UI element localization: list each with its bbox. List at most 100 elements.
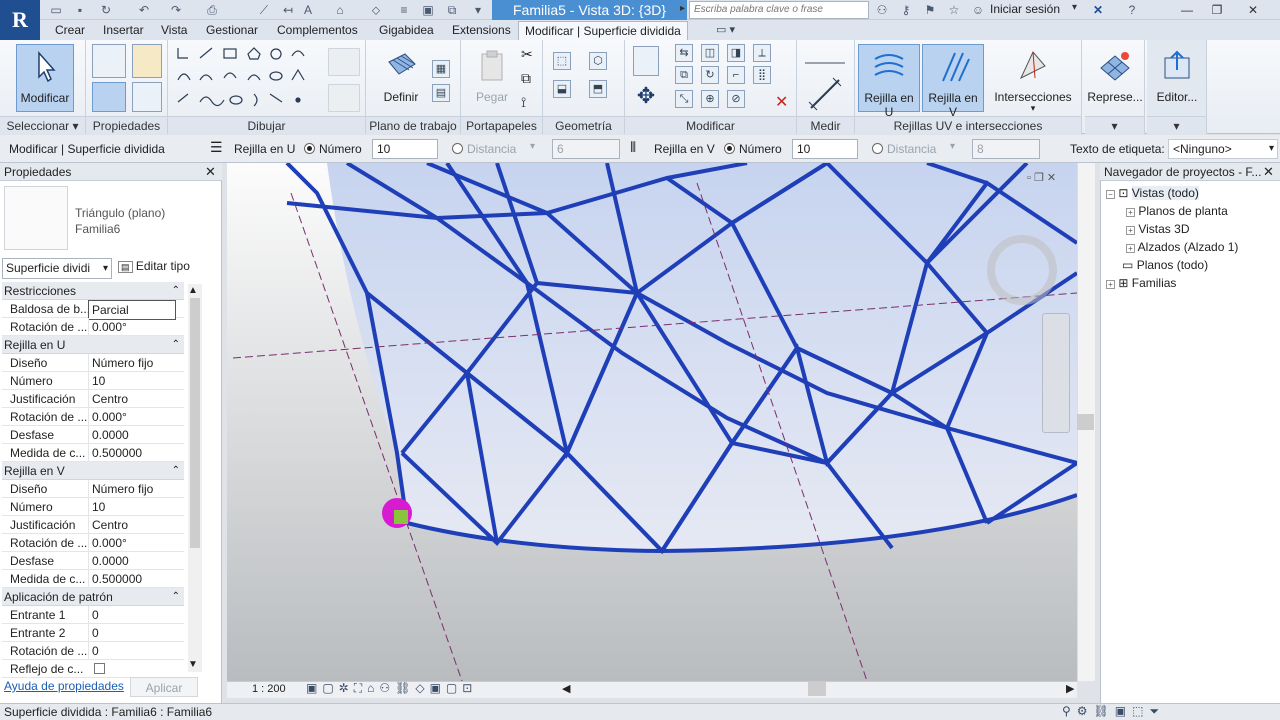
restore-window-icon[interactable]: ❐ bbox=[1204, 0, 1230, 20]
open-icon[interactable]: ▭ bbox=[48, 2, 64, 18]
match-type-icon[interactable]: ⟟ bbox=[521, 94, 526, 111]
edit-type-button[interactable]: ▤ Editar tipo bbox=[118, 259, 190, 273]
tree-node-families[interactable]: + ⊞ Familias bbox=[1106, 276, 1176, 290]
ribbon-minimize-icon[interactable]: ▭ ▾ bbox=[716, 23, 735, 36]
measure-distance-icon[interactable] bbox=[805, 50, 845, 64]
3d-viewport[interactable]: ▫ ❐ ✕ bbox=[227, 163, 1077, 681]
tab-gigabidea[interactable]: Gigabidea bbox=[373, 21, 440, 40]
paste-button[interactable]: Pegar bbox=[467, 44, 517, 112]
tree-node-3d-views[interactable]: + Vistas 3D bbox=[1126, 222, 1189, 236]
property-value[interactable]: 0.500000 bbox=[88, 570, 176, 588]
dimension-icon[interactable] bbox=[807, 76, 843, 112]
cut-geometry-icon[interactable]: ⬡ bbox=[589, 52, 607, 70]
property-value[interactable]: Centro bbox=[88, 390, 176, 408]
redo-icon[interactable]: ↷ bbox=[168, 2, 184, 18]
represent-button[interactable]: Represe... bbox=[1087, 44, 1143, 112]
property-value[interactable]: Número fijo bbox=[88, 480, 176, 498]
collapse-section-icon[interactable]: ⌃ bbox=[172, 462, 180, 480]
u-number-radio[interactable]: Número bbox=[304, 142, 362, 156]
split-icon[interactable]: ⟂ bbox=[753, 44, 771, 62]
switch-windows-icon[interactable]: ⧉ bbox=[444, 2, 460, 18]
expand-icon[interactable]: + bbox=[1106, 280, 1115, 289]
property-value[interactable]: 0.0000 bbox=[88, 552, 176, 570]
sign-in-dropdown-icon[interactable]: ▾ bbox=[1072, 2, 1077, 13]
panel-label-select[interactable]: Seleccionar ▾ bbox=[0, 116, 85, 134]
section-icon[interactable]: ⬦ bbox=[368, 2, 384, 18]
search-expand-icon[interactable]: ▸ bbox=[680, 3, 685, 14]
property-value[interactable]: 0.0000 bbox=[88, 426, 176, 444]
view-scale[interactable]: 1 : 200 bbox=[252, 683, 286, 695]
hscroll-right-icon[interactable]: ▶ bbox=[1066, 682, 1074, 695]
u-number-input[interactable]: 10 bbox=[372, 139, 438, 159]
properties-section-header[interactable]: Rejilla en U ⌃ bbox=[2, 336, 184, 354]
mirror-pick-icon[interactable]: ◫ bbox=[701, 44, 719, 62]
expand-icon[interactable]: + bbox=[1126, 208, 1135, 217]
collapse-section-icon[interactable]: ⌃ bbox=[172, 336, 180, 354]
pin-icon[interactable]: ⊕ bbox=[701, 90, 719, 108]
properties-section-header[interactable]: Restricciones ⌃ bbox=[2, 282, 184, 300]
modify-button[interactable]: Modificar bbox=[16, 44, 74, 112]
scale-icon[interactable]: ⤡ bbox=[675, 90, 693, 108]
tab-complementos[interactable]: Complementos bbox=[271, 21, 364, 40]
undo-icon[interactable]: ↶ bbox=[136, 2, 152, 18]
close-browser-icon[interactable]: ✕ bbox=[1263, 164, 1274, 180]
customize-qat-icon[interactable]: ▾ bbox=[470, 2, 486, 18]
rotate-icon[interactable]: ↻ bbox=[701, 66, 719, 84]
view-control-icons[interactable]: ▣▢✲⛶⌂⚇⛓◇▣▢⊡ bbox=[306, 681, 477, 696]
application-menu-button[interactable]: R bbox=[0, 0, 40, 40]
v-distance-radio[interactable]: Distancia bbox=[872, 142, 936, 156]
split-face-icon[interactable]: ⬒ bbox=[589, 80, 607, 98]
array-icon[interactable]: ⣿ bbox=[753, 66, 771, 84]
exchange-apps-icon[interactable]: ✕ bbox=[1090, 2, 1106, 18]
intersections-button[interactable]: Intersecciones ▾ bbox=[991, 44, 1075, 113]
family-types-icon[interactable] bbox=[132, 44, 162, 78]
offset-icon[interactable]: ⇆ bbox=[675, 44, 693, 62]
reference-plane-icon[interactable]: ▤ bbox=[432, 84, 450, 102]
measure-icon[interactable]: ⟋ bbox=[256, 2, 272, 18]
tab-insertar[interactable]: Insertar bbox=[97, 21, 150, 40]
copy-element-icon[interactable]: ⧉ bbox=[675, 66, 693, 84]
collapse-section-icon[interactable]: ⌃ bbox=[172, 282, 180, 300]
property-value[interactable]: Centro bbox=[88, 516, 176, 534]
properties-section-header[interactable]: Aplicación de patrón ⌃ bbox=[2, 588, 184, 606]
property-value[interactable]: 10 bbox=[88, 372, 176, 390]
viewcube-icon[interactable] bbox=[987, 235, 1057, 305]
sign-in-link[interactable]: Iniciar sesión bbox=[990, 2, 1060, 16]
property-value[interactable]: 0.500000 bbox=[88, 444, 176, 462]
tab-modify-divided-surface[interactable]: Modificar | Superficie dividida bbox=[518, 21, 688, 40]
tab-vista[interactable]: Vista bbox=[155, 21, 193, 40]
property-value[interactable]: 0.000° bbox=[88, 534, 176, 552]
editor-dropdown-icon[interactable]: ▾ bbox=[1147, 116, 1206, 134]
cope-icon[interactable]: ⬚ bbox=[553, 52, 571, 70]
instance-filter-select[interactable]: Superficie dividi ▾ bbox=[2, 258, 112, 279]
draw-tools-icon[interactable] bbox=[174, 44, 322, 114]
mirror-draw-icon[interactable]: ◨ bbox=[727, 44, 745, 62]
properties-scroll-thumb[interactable] bbox=[190, 298, 200, 548]
user-icon[interactable]: ☺ bbox=[970, 2, 986, 18]
define-button[interactable]: Definir bbox=[376, 44, 426, 112]
tree-node-elevations[interactable]: + Alzados (Alzado 1) bbox=[1126, 240, 1238, 254]
key-icon[interactable]: ⚷ bbox=[898, 2, 914, 18]
scroll-down-icon[interactable]: ▼ bbox=[188, 659, 198, 670]
property-value[interactable]: 0 bbox=[88, 606, 176, 624]
close-hidden-icon[interactable]: ▣ bbox=[420, 2, 436, 18]
v-number-radio[interactable]: Número bbox=[724, 142, 782, 156]
thin-lines-icon[interactable]: ≡ bbox=[396, 2, 412, 18]
property-value[interactable]: Parcial bbox=[88, 300, 176, 320]
binoculars-icon[interactable]: ⚇ bbox=[874, 2, 890, 18]
navigation-bar[interactable] bbox=[1042, 313, 1070, 433]
represent-dropdown-icon[interactable]: ▾ bbox=[1085, 116, 1144, 134]
sync-icon[interactable]: ↻ bbox=[98, 2, 114, 18]
tab-crear[interactable]: Crear bbox=[49, 21, 91, 40]
grid-u-button[interactable]: Rejilla en U bbox=[858, 44, 920, 119]
apply-button[interactable]: Aplicar bbox=[130, 677, 198, 697]
save-icon[interactable]: ▪ bbox=[72, 2, 88, 18]
close-properties-icon[interactable]: ✕ bbox=[205, 164, 216, 180]
show-work-plane-icon[interactable]: ▦ bbox=[432, 60, 450, 78]
property-checkbox[interactable] bbox=[94, 663, 105, 674]
subscription-icon[interactable]: ⚑ bbox=[922, 2, 938, 18]
minimize-window-icon[interactable]: — bbox=[1174, 0, 1200, 20]
text-icon[interactable]: A bbox=[300, 2, 316, 18]
property-value[interactable]: Número fijo bbox=[88, 354, 176, 372]
tree-node-floor-plans[interactable]: + Planos de planta bbox=[1126, 204, 1228, 218]
